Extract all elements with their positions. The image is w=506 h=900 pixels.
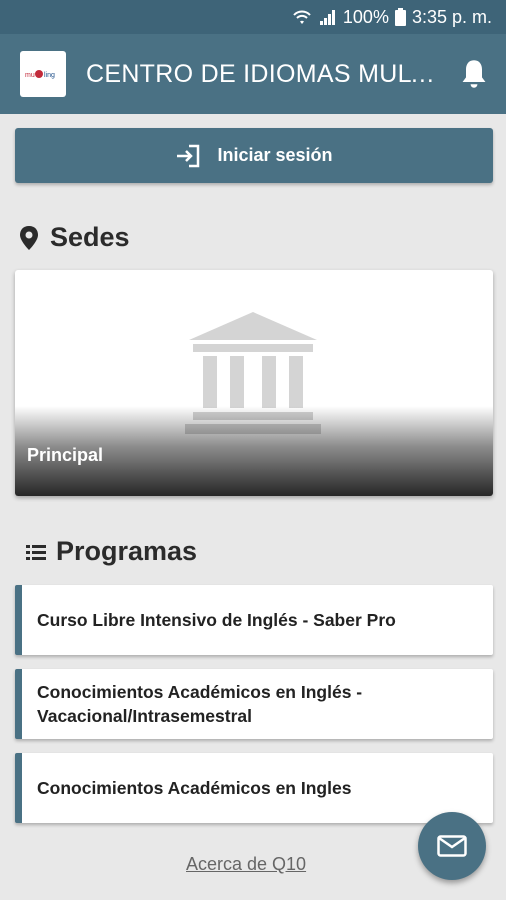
- list-icon: [26, 544, 46, 560]
- programas-heading: Programas: [26, 536, 197, 567]
- programas-title: Programas: [56, 536, 198, 566]
- location-pin-icon: [20, 225, 38, 250]
- bell-icon[interactable]: [460, 58, 488, 95]
- program-item[interactable]: Conocimientos Académicos en Ingles: [15, 753, 493, 823]
- sedes-heading: Sedes: [18, 222, 130, 253]
- school-logo[interactable]: mu ling: [20, 51, 66, 97]
- program-item-label: Conocimientos Académicos en Ingles: [37, 778, 352, 798]
- sede-card[interactable]: Principal: [15, 270, 493, 496]
- app-title: CENTRO DE IDIOMAS MULTILINGÜE: [86, 59, 441, 88]
- app-bar: mu ling CENTRO DE IDIOMAS MULTILINGÜE: [0, 34, 506, 114]
- status-bar: 100% 3:35 p. m.: [0, 0, 506, 34]
- battery-percent: 100%: [342, 6, 389, 27]
- sedes-title: Sedes: [50, 222, 130, 252]
- mail-fab-button[interactable]: [418, 812, 486, 880]
- about-link[interactable]: Acerca de Q10: [186, 854, 306, 875]
- svg-text:ling: ling: [44, 72, 55, 79]
- login-icon: [177, 144, 200, 167]
- battery-icon: [394, 8, 406, 26]
- wifi-icon: [291, 8, 313, 26]
- svg-text:mu: mu: [25, 72, 35, 79]
- login-button[interactable]: Iniciar sesión: [15, 128, 493, 183]
- program-item-label: Conocimientos Académicos en Inglés - Vac…: [37, 682, 363, 726]
- signal-icon: [319, 8, 337, 26]
- program-item-label: Curso Libre Intensivo de Inglés - Saber …: [37, 610, 396, 630]
- clock: 3:35 p. m.: [411, 6, 492, 27]
- login-button-label: Iniciar sesión: [217, 145, 333, 165]
- sede-name: Principal: [27, 445, 104, 465]
- program-item[interactable]: Conocimientos Académicos en Inglés - Vac…: [15, 669, 493, 739]
- program-item[interactable]: Curso Libre Intensivo de Inglés - Saber …: [15, 585, 493, 655]
- mail-icon: [437, 835, 467, 857]
